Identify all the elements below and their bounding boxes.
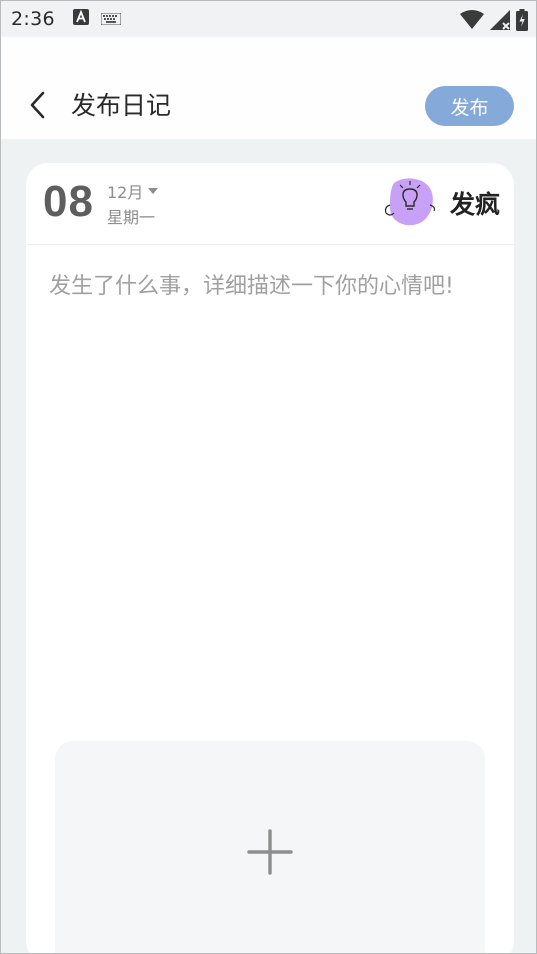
status-time: 2:36 [11, 8, 55, 30]
back-button[interactable] [25, 89, 53, 121]
battery-icon [516, 9, 528, 35]
status-icons [460, 9, 528, 35]
mood-selector[interactable]: 发疯 [382, 177, 500, 229]
month-label: 12月 [107, 183, 144, 202]
top-app-bar: 发布日记 发布 [1, 37, 536, 139]
wifi-icon [460, 10, 484, 34]
app-frame: 2:36 发布日记 发布 08 12月 星期一 发疯 发生了什么事，详细描述一下… [0, 0, 537, 954]
add-photo-button[interactable] [55, 741, 485, 953]
diary-card: 08 12月 星期一 发疯 发生了什么事，详细描述一下你的心情吧! [26, 163, 514, 953]
mood-label: 发疯 [449, 190, 500, 219]
page-title: 发布日记 [71, 91, 172, 120]
weekday-label: 星期一 [107, 208, 156, 227]
status-bar: 2:36 [1, 1, 536, 37]
font-a-icon [72, 9, 89, 29]
publish-button[interactable]: 发布 [425, 86, 514, 126]
chevron-left-icon [30, 91, 45, 119]
diary-text-input[interactable]: 发生了什么事，详细描述一下你的心情吧! [49, 269, 469, 749]
lightbulb-mood-icon [384, 178, 436, 226]
date-mood-row: 08 12月 星期一 发疯 [26, 163, 514, 245]
plus-icon [247, 829, 293, 875]
caret-down-icon [148, 188, 159, 194]
keyboard-icon [100, 10, 122, 29]
month-selector[interactable]: 12月 [107, 179, 159, 203]
day-number: 08 [43, 177, 94, 226]
signal-icon [490, 10, 510, 34]
